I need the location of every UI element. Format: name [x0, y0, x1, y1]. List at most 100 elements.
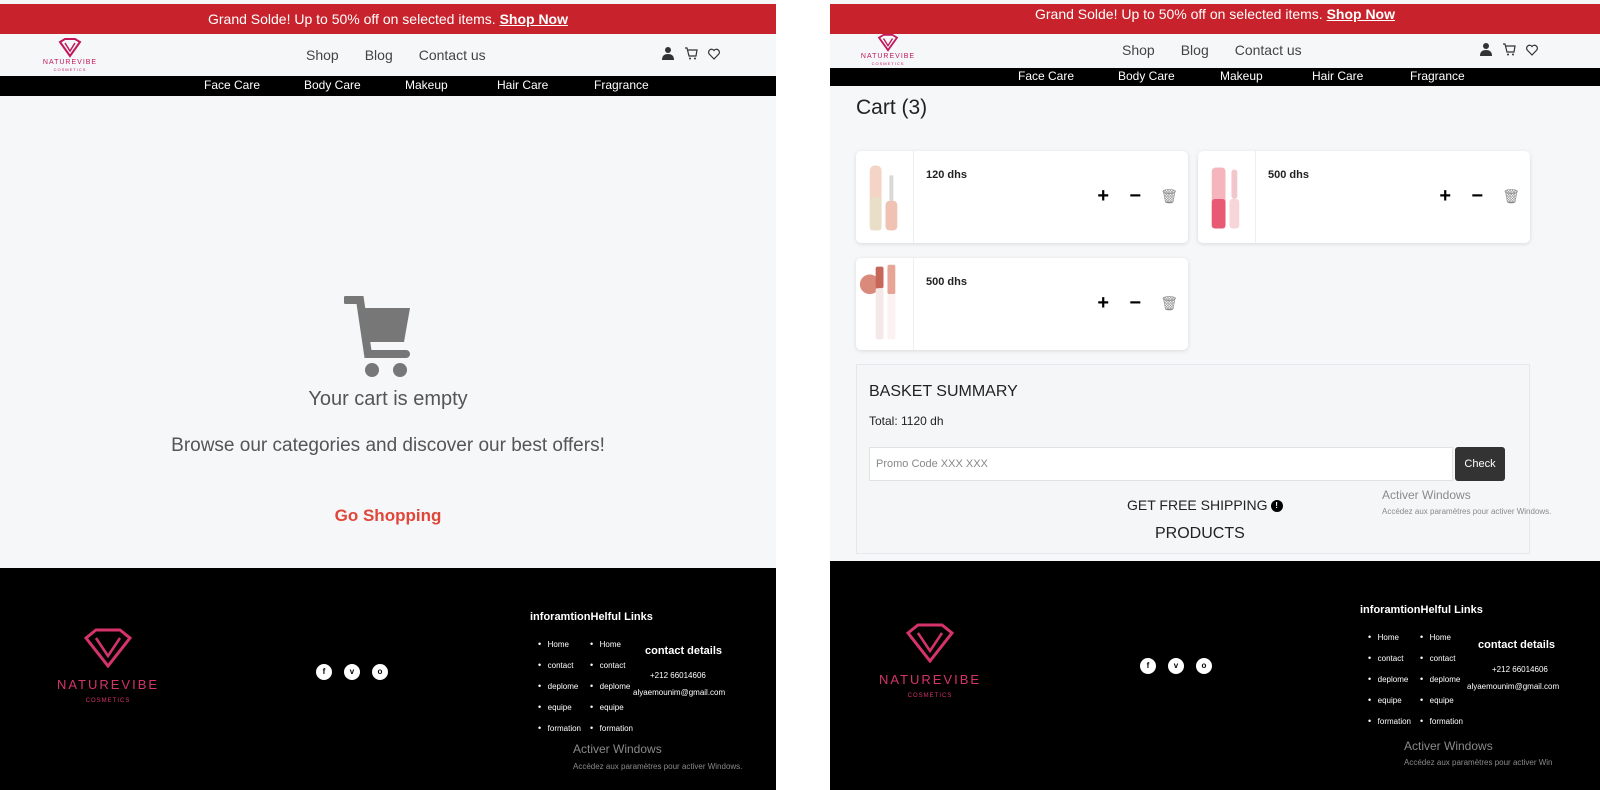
- check-promo-button[interactable]: Check: [1455, 447, 1505, 481]
- footer-link-home[interactable]: Home: [1368, 631, 1411, 652]
- category-body-care[interactable]: Body Care: [304, 78, 361, 92]
- footer-link-deplome[interactable]: deplome: [1420, 673, 1463, 694]
- instagram-icon[interactable]: o: [1196, 658, 1212, 674]
- facebook-icon[interactable]: f: [1140, 658, 1156, 674]
- facebook-icon[interactable]: f: [316, 664, 332, 680]
- header-icons: [1480, 42, 1538, 59]
- item-price: 500 dhs: [926, 276, 967, 288]
- contact-phone: +212 66014606: [650, 671, 706, 680]
- social-links: f v o: [316, 664, 388, 680]
- header: NATUREVIBE COSMETICS Shop Blog Contact u…: [0, 34, 776, 76]
- footer-link-contact[interactable]: contact: [538, 659, 581, 680]
- footer-link-home[interactable]: Home: [538, 638, 581, 659]
- free-shipping-label: GET FREE SHIPPING!: [1127, 497, 1283, 513]
- increase-quantity-button[interactable]: +: [1096, 185, 1110, 208]
- footer-link-deplome[interactable]: deplome: [590, 680, 633, 701]
- footer-tagline: COSMETICS: [907, 693, 953, 699]
- nav-blog[interactable]: Blog: [365, 47, 393, 63]
- footer-logo: NATUREVIBE COSMETICS: [870, 623, 990, 699]
- free-shipping-text: GET FREE SHIPPING: [1127, 497, 1268, 513]
- trash-icon[interactable]: 🗑: [1160, 295, 1178, 312]
- activate-windows-title: Activer Windows: [1382, 488, 1471, 502]
- category-face-care[interactable]: Face Care: [204, 78, 260, 92]
- category-hair-care[interactable]: Hair Care: [1312, 69, 1363, 83]
- cart-item: 120 dhs + − 🗑: [856, 151, 1188, 243]
- footer-link-formation[interactable]: formation: [590, 722, 633, 743]
- empty-cart-title: Your cart is empty: [308, 388, 468, 410]
- category-hair-care[interactable]: Hair Care: [497, 78, 548, 92]
- contact-email[interactable]: alyaemounim@gmail.com: [633, 688, 725, 697]
- footer-logo: NATUREVIBE COSMETICS: [48, 628, 168, 704]
- product-image-lip-beige: [869, 151, 914, 243]
- products-label: PRODUCTS: [1155, 525, 1245, 542]
- promo-banner: Grand Solde! Up to 50% off on selected i…: [0, 4, 776, 34]
- footer-link-contact[interactable]: contact: [1420, 652, 1463, 673]
- nav-blog[interactable]: Blog: [1181, 42, 1209, 58]
- category-makeup[interactable]: Makeup: [405, 78, 448, 92]
- footer-link-equipe[interactable]: equipe: [590, 701, 633, 722]
- cart-icon[interactable]: [684, 46, 698, 63]
- category-face-care[interactable]: Face Care: [1018, 69, 1074, 83]
- social-links: f v o: [1140, 658, 1212, 674]
- footer-link-formation[interactable]: formation: [538, 722, 581, 743]
- shop-now-link[interactable]: Shop Now: [500, 11, 568, 27]
- nav-shop[interactable]: Shop: [306, 47, 339, 63]
- increase-quantity-button[interactable]: +: [1438, 185, 1452, 208]
- go-shopping-link[interactable]: Go Shopping: [0, 506, 776, 526]
- category-body-care[interactable]: Body Care: [1118, 69, 1175, 83]
- logo[interactable]: NATUREVIBE COSMETICS: [40, 38, 100, 72]
- heart-icon[interactable]: [708, 47, 720, 63]
- item-price: 120 dhs: [926, 169, 967, 181]
- category-bar: Face Care Body Care Makeup Hair Care Fra…: [830, 68, 1600, 86]
- contact-email[interactable]: alyaemounim@gmail.com: [1467, 682, 1559, 691]
- increase-quantity-button[interactable]: +: [1096, 292, 1110, 315]
- promo-code-input[interactable]: Promo Code XXX XXX: [869, 447, 1453, 481]
- cart-title: Cart (3): [856, 96, 928, 119]
- footer-link-formation[interactable]: formation: [1368, 715, 1411, 736]
- nav-contact[interactable]: Contact us: [1235, 42, 1302, 58]
- basket-summary: BASKET SUMMARY Total: 1120 dh Promo Code…: [856, 364, 1530, 554]
- user-icon[interactable]: [1480, 42, 1492, 59]
- footer-link-formation[interactable]: formation: [1420, 715, 1463, 736]
- footer: NATUREVIBE COSMETICS f v o inforamtionHe…: [0, 568, 776, 790]
- quantity-controls: + − 🗑: [1096, 185, 1178, 208]
- cart-icon[interactable]: [1502, 42, 1516, 59]
- nav-contact[interactable]: Contact us: [419, 47, 486, 63]
- activate-windows-title: Activer Windows: [573, 742, 662, 756]
- category-makeup[interactable]: Makeup: [1220, 69, 1263, 83]
- footer-link-contact[interactable]: contact: [1368, 652, 1411, 673]
- diamond-heart-logo-icon: [58, 38, 82, 58]
- footer-link-equipe[interactable]: equipe: [1420, 694, 1463, 715]
- decrease-quantity-button[interactable]: −: [1128, 185, 1142, 208]
- cart-item: 500 dhs + − 🗑: [856, 258, 1188, 350]
- decrease-quantity-button[interactable]: −: [1128, 292, 1142, 315]
- activate-windows-title: Activer Windows: [1404, 739, 1493, 753]
- trash-icon[interactable]: 🗑: [1502, 188, 1520, 205]
- footer-link-deplome[interactable]: deplome: [1368, 673, 1411, 694]
- basket-summary-title: BASKET SUMMARY: [869, 383, 1018, 400]
- category-fragrance[interactable]: Fragrance: [1410, 69, 1465, 83]
- footer-link-contact[interactable]: contact: [590, 659, 633, 680]
- contact-title: contact details: [1478, 639, 1556, 651]
- logo-tagline: COSMETICS: [53, 67, 87, 72]
- shop-now-link[interactable]: Shop Now: [1327, 6, 1395, 22]
- info-icon[interactable]: !: [1270, 500, 1283, 513]
- trash-icon[interactable]: 🗑: [1160, 188, 1178, 205]
- category-fragrance[interactable]: Fragrance: [594, 78, 649, 92]
- diamond-heart-logo-icon: [877, 34, 899, 52]
- instagram-icon[interactable]: o: [372, 664, 388, 680]
- user-icon[interactable]: [662, 46, 674, 63]
- nav-shop[interactable]: Shop: [1122, 42, 1155, 58]
- decrease-quantity-button[interactable]: −: [1470, 185, 1484, 208]
- twitter-icon[interactable]: v: [344, 664, 360, 680]
- heart-icon[interactable]: [1526, 43, 1538, 59]
- twitter-icon[interactable]: v: [1168, 658, 1184, 674]
- footer-link-deplome[interactable]: deplome: [538, 680, 581, 701]
- footer-link-equipe[interactable]: equipe: [1368, 694, 1411, 715]
- empty-cart-subtitle: Browse our categories and discover our b…: [171, 435, 605, 456]
- logo[interactable]: NATUREVIBE COSMETICS: [858, 34, 918, 66]
- footer-link-home[interactable]: Home: [1420, 631, 1463, 652]
- promo-banner: Grand Solde! Up to 50% off on selected i…: [830, 4, 1600, 34]
- footer-link-home[interactable]: Home: [590, 638, 633, 659]
- footer-link-equipe[interactable]: equipe: [538, 701, 581, 722]
